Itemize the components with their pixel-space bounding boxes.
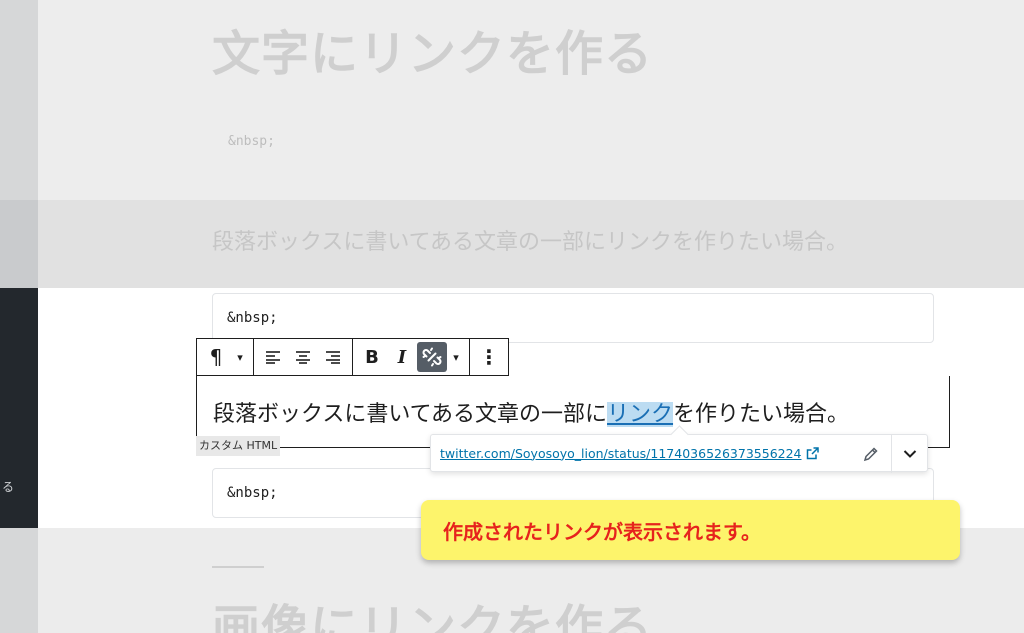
edit-link-button[interactable]: [855, 435, 887, 473]
align-center-icon[interactable]: [288, 342, 318, 372]
italic-label: I: [397, 346, 407, 368]
block-type-label: カスタム HTML: [196, 436, 281, 456]
link-popover: twitter.com/Soyosoyo_lion/status/1174036…: [430, 434, 928, 473]
chevron-down-icon: ▾: [237, 350, 243, 364]
chevron-down-icon: [903, 450, 916, 458]
toolbar-group-block: ¶ ▾: [197, 339, 254, 375]
sidebar-strip: [0, 200, 38, 288]
pencil-icon: [863, 447, 878, 462]
html-block-2-text: &nbsp;: [227, 485, 278, 501]
paragraph-text[interactable]: 段落ボックスに書いてある文章の一部にリンクを作りたい場合。: [213, 396, 849, 428]
paragraph-text-after: を作りたい場合。: [673, 402, 850, 427]
nbsp-text-dim: &nbsp;: [228, 134, 275, 149]
unlink-icon: [422, 347, 442, 367]
toolbar-group-format: B I ▾: [353, 339, 470, 375]
align-left-icon[interactable]: [258, 342, 288, 372]
sidebar-item-fragment[interactable]: る: [2, 478, 14, 495]
toolbar-group-align: [254, 339, 353, 375]
change-block-type-button[interactable]: ▾: [231, 342, 249, 372]
paragraph-link[interactable]: リンク: [607, 402, 674, 427]
link-settings-button[interactable]: [891, 435, 927, 473]
html-block-1-text: &nbsp;: [227, 310, 278, 326]
bold-label: B: [365, 346, 379, 368]
callout-text: 作成されたリンクが表示されます。: [443, 519, 761, 544]
heading-text-link: 文字にリンクを作る: [212, 26, 654, 82]
link-url[interactable]: twitter.com/Soyosoyo_lion/status/1174036…: [440, 446, 802, 461]
chevron-down-icon: ▾: [453, 350, 459, 364]
heading-image-link: 画像にリンクを作る: [212, 600, 654, 633]
separator: [212, 566, 264, 568]
more-formatting-button[interactable]: ▾: [447, 342, 465, 372]
paragraph-text-before: 段落ボックスに書いてある文章の一部に: [213, 402, 608, 427]
paragraph-symbol: ¶: [209, 345, 223, 369]
admin-sidebar: る: [0, 0, 38, 633]
html-block-1[interactable]: &nbsp;: [212, 293, 934, 343]
external-link-icon: [806, 446, 819, 460]
paragraph-dim: 段落ボックスに書いてある文章の一部にリンクを作りたい場合。: [212, 230, 849, 255]
annotation-callout: 作成されたリンクが表示されます。: [421, 500, 960, 560]
paragraph-icon[interactable]: ¶: [201, 342, 231, 372]
more-options-button[interactable]: ⋮: [474, 342, 504, 372]
bold-button[interactable]: B: [357, 342, 387, 372]
toolbar-group-options: ⋮: [470, 339, 508, 375]
align-right-icon[interactable]: [318, 342, 348, 372]
block-toolbar: ¶ ▾ B I ▾ ⋮: [196, 338, 509, 376]
ellipsis-icon: ⋮: [479, 345, 499, 369]
unlink-button[interactable]: [417, 342, 447, 372]
italic-button[interactable]: I: [387, 342, 417, 372]
